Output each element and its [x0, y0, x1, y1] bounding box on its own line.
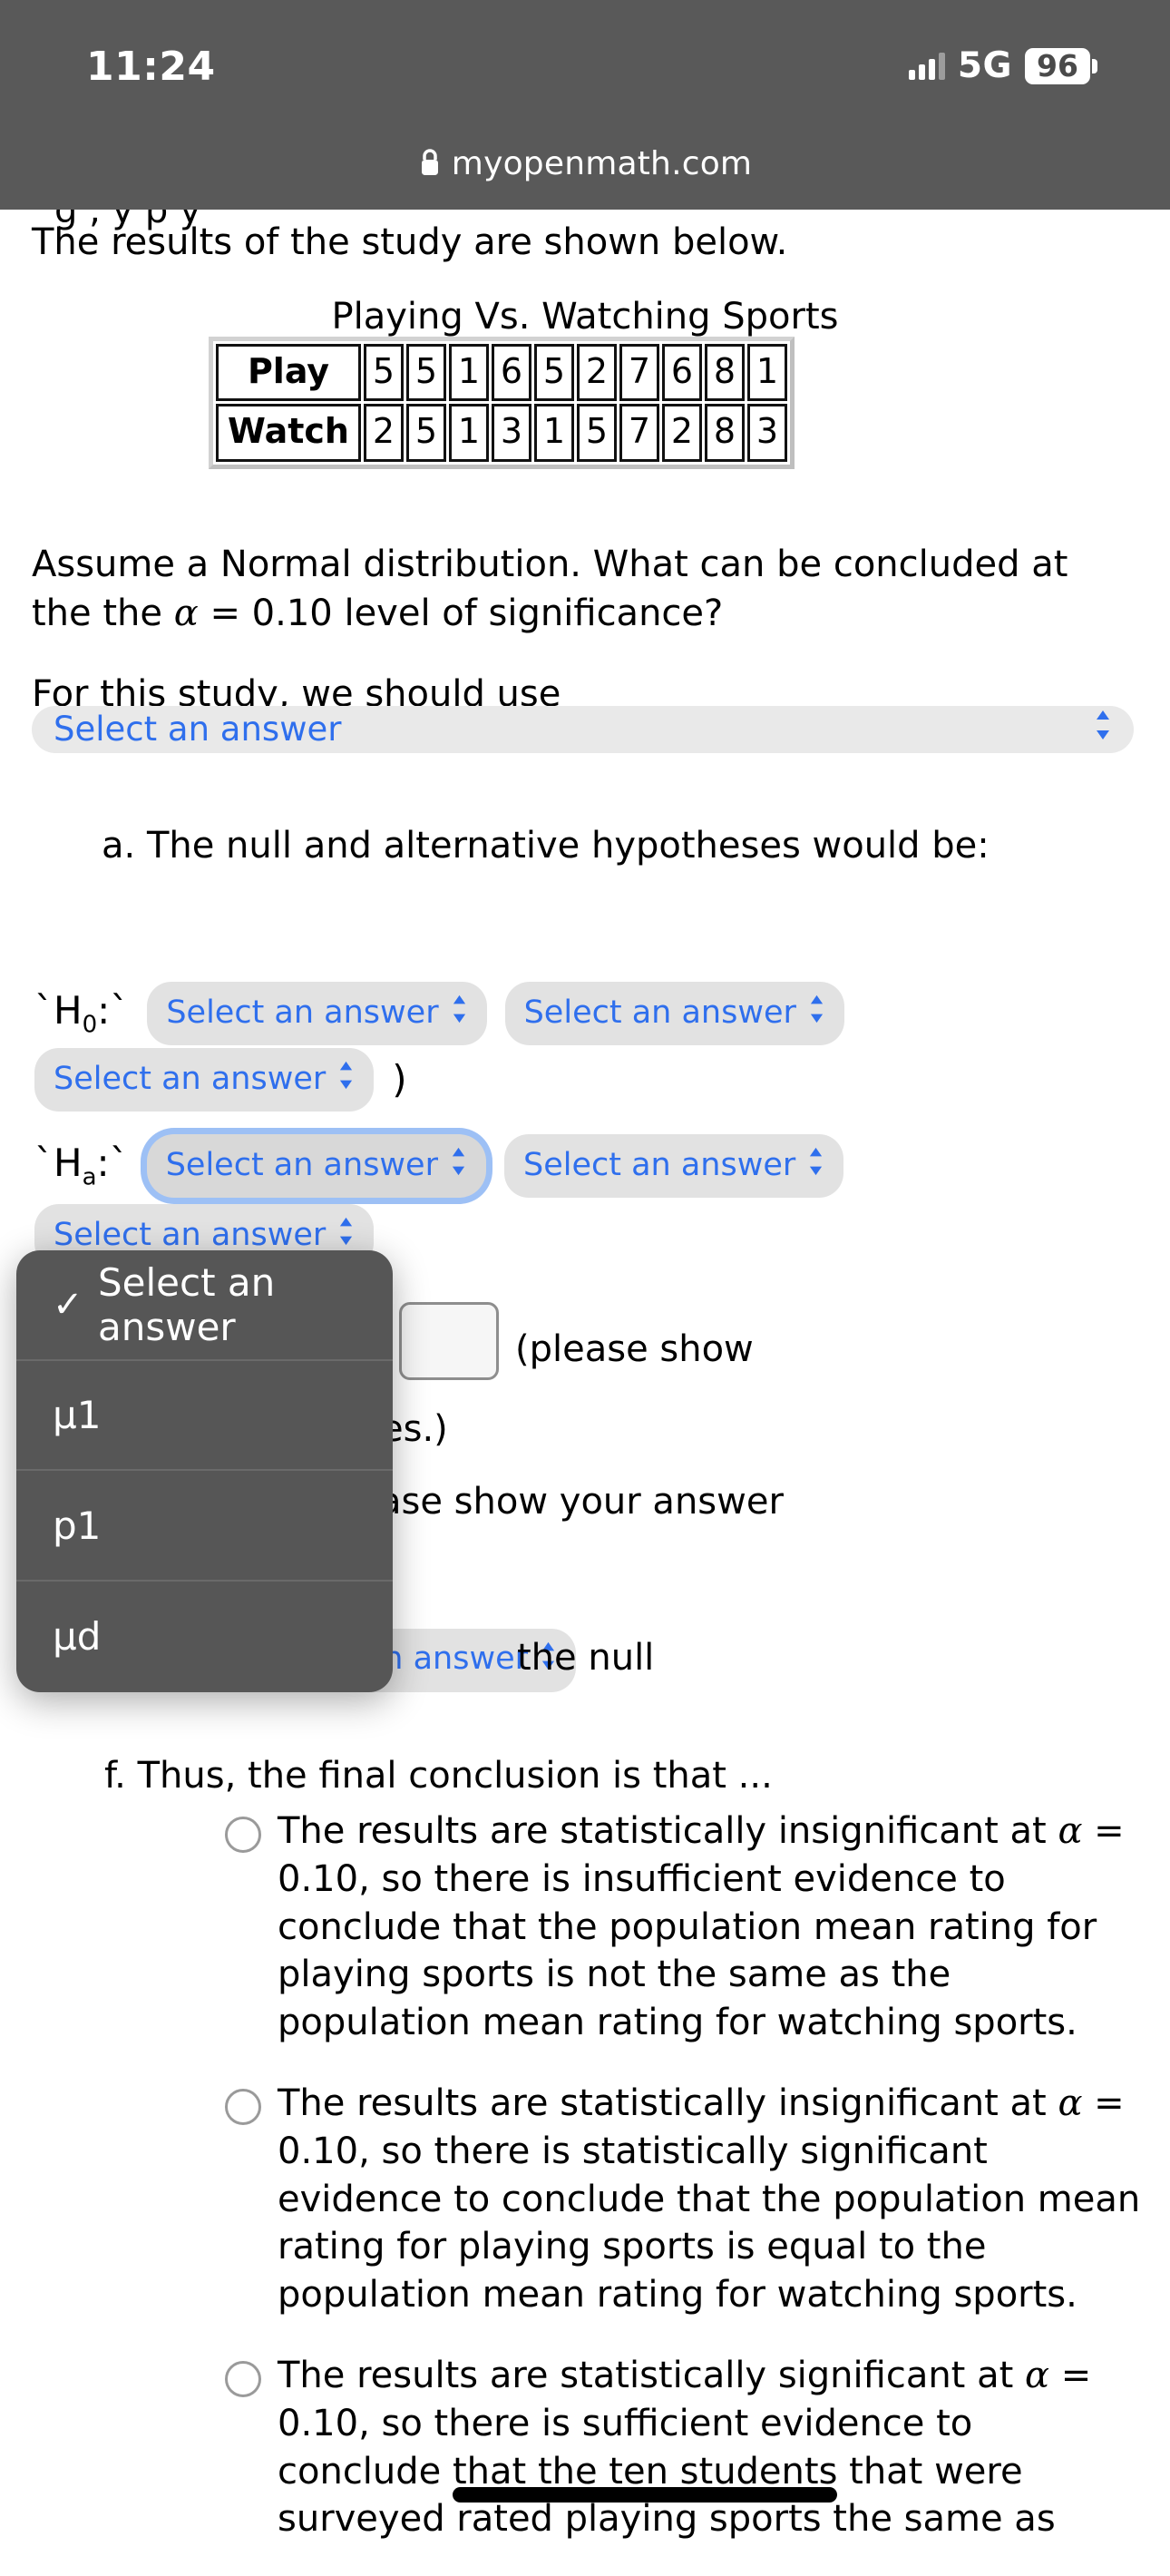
cell-watch-8: 8	[705, 404, 745, 462]
h0-select-1[interactable]: Select an answer	[147, 982, 487, 1045]
radio-option-3[interactable]: The results are statistically significan…	[225, 2352, 1141, 2543]
table-row: Play 5 5 1 6 5 2 7 6 8 1	[216, 344, 787, 402]
cell-watch-5: 5	[577, 404, 617, 462]
answer-input-field[interactable]	[399, 1302, 499, 1380]
alpha-symbol: α	[1058, 2081, 1083, 2124]
cell-watch-0: 2	[364, 404, 404, 462]
study-method-select[interactable]: Select an answer	[32, 706, 1134, 753]
ha-select-1-label: Select an answer	[165, 1146, 438, 1183]
assume-line-2-post: = 0.10 level of significance?	[198, 593, 724, 634]
cell-play-6: 7	[619, 344, 659, 402]
cell-watch-7: 2	[662, 404, 702, 462]
please-show-answer-text: ase show your answer	[379, 1481, 784, 1523]
ha-select-3-label: Select an answer	[54, 1216, 327, 1253]
ha-select-2[interactable]: Select an answer	[503, 1134, 844, 1198]
h0-select-3-label: Select an answer	[54, 1060, 327, 1097]
please-show-text: (please show	[515, 1328, 754, 1370]
assume-line-1: Assume a Normal distribution. What can b…	[32, 544, 1068, 585]
cell-play-8: 8	[705, 344, 745, 402]
alpha-symbol: α	[1024, 2354, 1049, 2396]
row-header-play: Play	[216, 344, 361, 402]
row-header-watch: Watch	[216, 404, 361, 462]
cellular-signal-icon	[908, 52, 945, 80]
cell-play-4: 5	[534, 344, 574, 402]
data-table-wrapper: Play 5 5 1 6 5 2 7 6 8 1 Watch 2 5 1 3 1…	[209, 337, 795, 469]
battery-icon: 96	[1025, 47, 1097, 84]
radio-option-3-label: The results are statistically significan…	[278, 2354, 1092, 2541]
h0-hypothesis-row-continued: Select an answer )	[34, 1048, 407, 1112]
network-type-label: 5G	[957, 45, 1012, 86]
ha-select-2-label: Select an answer	[522, 1146, 796, 1183]
playing-vs-watching-table: Play 5 5 1 6 5 2 7 6 8 1 Watch 2 5 1 3 1…	[213, 341, 790, 465]
checkmark-icon: ✓	[53, 1283, 83, 1326]
h0-select-2[interactable]: Select an answer	[504, 982, 844, 1045]
cell-watch-4: 1	[534, 404, 574, 462]
picker-option-mud[interactable]: μd	[16, 1582, 393, 1692]
browser-chrome: 11:24 5G 96 myopenmath.com	[0, 0, 1170, 210]
native-select-picker[interactable]: ✓ Select an answer μ1 p1 μd	[16, 1250, 393, 1692]
results-intro-text: The results of the study are shown below…	[32, 221, 788, 263]
picker-option-label: μ1	[53, 1393, 102, 1438]
radio-option-1[interactable]: The results are statistically insignific…	[225, 1807, 1141, 2047]
radio-option-2-label: The results are statistically insignific…	[278, 2081, 1141, 2316]
chevron-updown-icon	[451, 988, 468, 1037]
radio-button-icon[interactable]	[225, 2360, 261, 2397]
lock-icon	[418, 147, 442, 181]
table-row: Watch 2 5 1 3 1 5 7 2 8 3	[216, 404, 787, 462]
alpha-symbol: α	[1058, 1810, 1083, 1852]
h0-hypothesis-row: `H0:` Select an answer Select an answer	[34, 982, 844, 1045]
cell-play-3: 6	[492, 344, 531, 402]
assume-line-2-pre: the the	[32, 593, 174, 634]
picker-option-p1[interactable]: p1	[16, 1471, 393, 1582]
status-bar-indicators: 5G 96	[908, 45, 1097, 86]
picker-option-label: Select an answer	[98, 1259, 276, 1349]
table-caption: Playing Vs. Watching Sports	[331, 296, 839, 338]
cell-watch-6: 7	[619, 404, 659, 462]
url-text: myopenmath.com	[451, 145, 753, 182]
radio-option-2[interactable]: The results are statistically insignific…	[225, 2080, 1141, 2319]
radio-option-1-label: The results are statistically insignific…	[278, 1810, 1125, 2044]
alpha-symbol: α	[173, 593, 199, 634]
cell-play-0: 5	[364, 344, 404, 402]
picker-option-label: μd	[53, 1614, 102, 1660]
cell-play-5: 2	[577, 344, 617, 402]
final-conclusion-options: The results are statistically insignific…	[225, 1807, 1141, 2576]
cell-play-1: 5	[406, 344, 446, 402]
radio-button-icon[interactable]	[225, 2088, 261, 2125]
cell-play-9: 1	[747, 344, 787, 402]
item-f-label: f. Thus, the final conclusion is that ..…	[104, 1755, 773, 1797]
h0-label: `H0:`	[34, 988, 130, 1039]
ha-select-1[interactable]: Select an answer	[146, 1134, 486, 1198]
browser-url-bar[interactable]: myopenmath.com	[0, 118, 1170, 210]
ha-label: `Ha:`	[34, 1141, 129, 1191]
h0-close-paren: )	[392, 1056, 407, 1102]
h0-select-2-label: Select an answer	[523, 994, 796, 1031]
chevron-updown-icon	[807, 1141, 824, 1190]
item-a-label: a. The null and alternative hypotheses w…	[102, 825, 990, 867]
picker-option-mu1[interactable]: μ1	[16, 1361, 393, 1472]
picker-option-label: p1	[53, 1503, 102, 1548]
picker-option-select-an-answer[interactable]: ✓ Select an answer	[16, 1250, 393, 1361]
chevron-updown-icon	[337, 1054, 355, 1103]
cell-watch-2: 1	[449, 404, 489, 462]
study-method-select-label: Select an answer	[54, 710, 342, 749]
chevron-updown-icon	[808, 988, 825, 1037]
cell-watch-3: 3	[492, 404, 531, 462]
cell-play-2: 1	[449, 344, 489, 402]
assume-normal-paragraph: Assume a Normal distribution. What can b…	[32, 540, 1138, 638]
chevron-updown-icon	[1094, 705, 1112, 754]
the-null-text: the null	[517, 1637, 655, 1679]
h0-select-3[interactable]: Select an answer	[34, 1048, 375, 1112]
cell-play-7: 6	[662, 344, 702, 402]
chevron-updown-icon	[450, 1141, 467, 1190]
ha-hypothesis-row: `Ha:` Select an answer Select an answer	[34, 1134, 844, 1198]
battery-percent-label: 96	[1037, 47, 1078, 83]
ios-status-bar: 11:24 5G 96	[0, 0, 1170, 118]
cell-watch-9: 3	[747, 404, 787, 462]
cell-watch-1: 5	[406, 404, 446, 462]
radio-button-icon[interactable]	[225, 1817, 261, 1853]
text-selection-highlight: that the ten students	[453, 2450, 838, 2493]
h0-select-1-label: Select an answer	[166, 994, 439, 1031]
status-bar-time: 11:24	[86, 44, 216, 90]
